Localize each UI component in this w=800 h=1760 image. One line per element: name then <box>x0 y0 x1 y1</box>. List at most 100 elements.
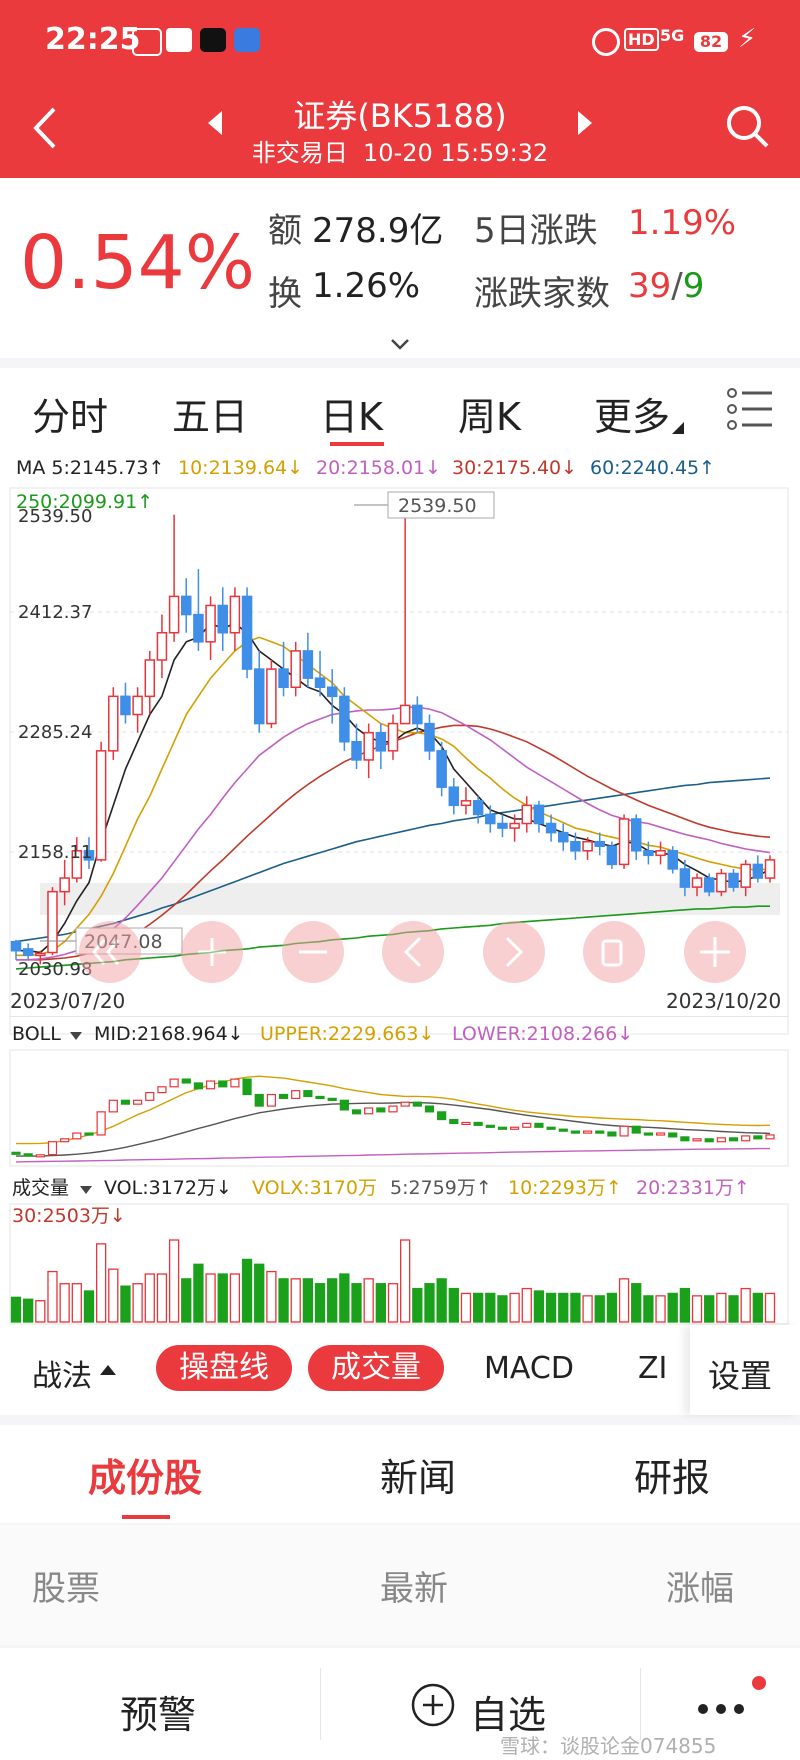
tab-constituents[interactable]: 成份股 <box>88 1447 202 1502</box>
volume-bar <box>132 1283 143 1323</box>
bottom-bar: 预警 自选 雪球：谈股论金074855 <box>0 1648 800 1760</box>
candle-body <box>22 948 34 957</box>
settings-list-icon[interactable] <box>726 386 774 432</box>
col-latest[interactable]: 最新 <box>380 1561 448 1610</box>
prev-stock-icon[interactable] <box>208 111 222 135</box>
volume-bar <box>156 1273 168 1323</box>
col-change[interactable]: 涨幅 <box>666 1561 734 1610</box>
expand-chevron-icon[interactable] <box>390 338 410 350</box>
volume-bar <box>752 1292 763 1323</box>
tab-research[interactable]: 研报 <box>634 1447 710 1502</box>
candle-body <box>351 741 362 761</box>
candle-body <box>217 604 228 634</box>
boll-candle <box>351 1109 362 1115</box>
candle <box>253 650 265 733</box>
candle <box>156 614 168 679</box>
hd-icon: HD <box>624 28 659 51</box>
candle-body <box>156 631 168 661</box>
candle-body <box>448 786 460 807</box>
strategy-menu[interactable]: 战法 <box>32 1351 92 1395</box>
zoom-in-button[interactable] <box>181 921 243 983</box>
updown-label: 涨跌家数 <box>474 274 610 314</box>
network-label: 5G <box>660 26 685 45</box>
volume-bar <box>144 1273 155 1323</box>
candle-body <box>558 831 569 843</box>
volume-bar <box>728 1295 739 1323</box>
expand-left-button[interactable] <box>79 921 141 983</box>
tab-news[interactable]: 新闻 <box>380 1447 456 1502</box>
alert-button[interactable]: 预警 <box>120 1684 196 1739</box>
candle-body <box>630 818 642 852</box>
updown-count: 39/9 <box>628 266 705 306</box>
tab-five-day[interactable]: 五日 <box>172 386 248 441</box>
candle-body <box>241 595 253 670</box>
candle-body <box>314 677 326 688</box>
candle <box>630 814 642 860</box>
scroll-right-button[interactable] <box>483 921 545 983</box>
col-stock[interactable]: 股票 <box>32 1561 100 1610</box>
volume-bar <box>570 1292 581 1323</box>
boll-candle <box>218 1080 228 1088</box>
boll-upper: UPPER:2229.663↓ <box>260 1023 434 1045</box>
charging-icon: ⚡ <box>738 24 757 54</box>
candle <box>47 887 58 956</box>
volume-bar <box>266 1270 277 1323</box>
settings-button[interactable]: 设置 <box>708 1351 772 1397</box>
scroll-left-button[interactable] <box>382 921 444 983</box>
boll-candle <box>485 1124 495 1128</box>
tab-weekly-k[interactable]: 周K <box>458 386 521 441</box>
rotate-button[interactable] <box>583 921 645 983</box>
boll-frame <box>9 1049 789 1167</box>
boll-lower: LOWER:2108.266↓ <box>452 1023 633 1045</box>
boll-candle <box>497 1126 508 1130</box>
zoom-out-button[interactable] <box>282 921 344 983</box>
search-icon[interactable] <box>724 103 772 153</box>
candle <box>424 714 435 760</box>
back-icon[interactable] <box>30 105 60 151</box>
boll-candle <box>424 1105 435 1113</box>
candle-body <box>326 686 338 698</box>
tab-more[interactable]: 更多 <box>594 386 670 441</box>
boll-candle <box>35 1154 45 1158</box>
next-stock-icon[interactable] <box>578 111 592 135</box>
volume-dropdown-icon[interactable] <box>80 1186 92 1194</box>
list-header: 股票 最新 涨幅 <box>0 1525 800 1645</box>
boll-dropdown-icon[interactable] <box>70 1032 82 1040</box>
boll-candle <box>655 1132 666 1136</box>
candle-body <box>424 722 435 752</box>
zi-button[interactable]: ZI <box>638 1351 667 1386</box>
volume-bar <box>290 1278 301 1323</box>
status-bar: 22:25 HD 5G 82 ⚡ <box>0 0 800 85</box>
volume-button[interactable]: 成交量 <box>308 1345 444 1391</box>
boll-candle <box>303 1090 313 1098</box>
candle <box>108 687 119 760</box>
boll-candle <box>607 1131 617 1137</box>
volume-bar <box>679 1287 691 1323</box>
volume-bar <box>472 1292 484 1323</box>
boll-candle <box>315 1095 325 1100</box>
kline-chart[interactable]: MA 5:2145.73↑ 10:2139.64↓ 20:2158.01↓ 30… <box>0 450 800 1330</box>
boll-candle <box>692 1138 702 1142</box>
add-watchlist-icon[interactable] <box>410 1682 456 1728</box>
volume-bar <box>436 1278 447 1323</box>
period-tabs: 分时 五日 日K 周K 更多 <box>0 368 800 450</box>
boll-candle <box>437 1111 447 1121</box>
candle-body <box>412 704 423 725</box>
candle <box>290 641 301 697</box>
candle-body <box>47 890 58 954</box>
candle-body <box>95 750 107 861</box>
date-end: 2023/10/20 <box>666 989 781 1013</box>
candle <box>752 855 764 883</box>
fullscreen-button[interactable] <box>684 921 746 983</box>
more-dots-icon[interactable] <box>696 1702 746 1716</box>
alarm-icon <box>592 28 620 56</box>
tab-daily-k[interactable]: 日K <box>320 386 383 441</box>
battery-icon: 82 <box>694 32 728 52</box>
candle <box>618 814 630 869</box>
candle <box>558 823 569 851</box>
caopan-button[interactable]: 操盘线 <box>156 1345 292 1391</box>
boll-candle <box>558 1128 568 1132</box>
macd-button[interactable]: MACD <box>484 1351 574 1386</box>
tab-intraday[interactable]: 分时 <box>32 386 108 441</box>
volume-bar <box>302 1278 314 1323</box>
